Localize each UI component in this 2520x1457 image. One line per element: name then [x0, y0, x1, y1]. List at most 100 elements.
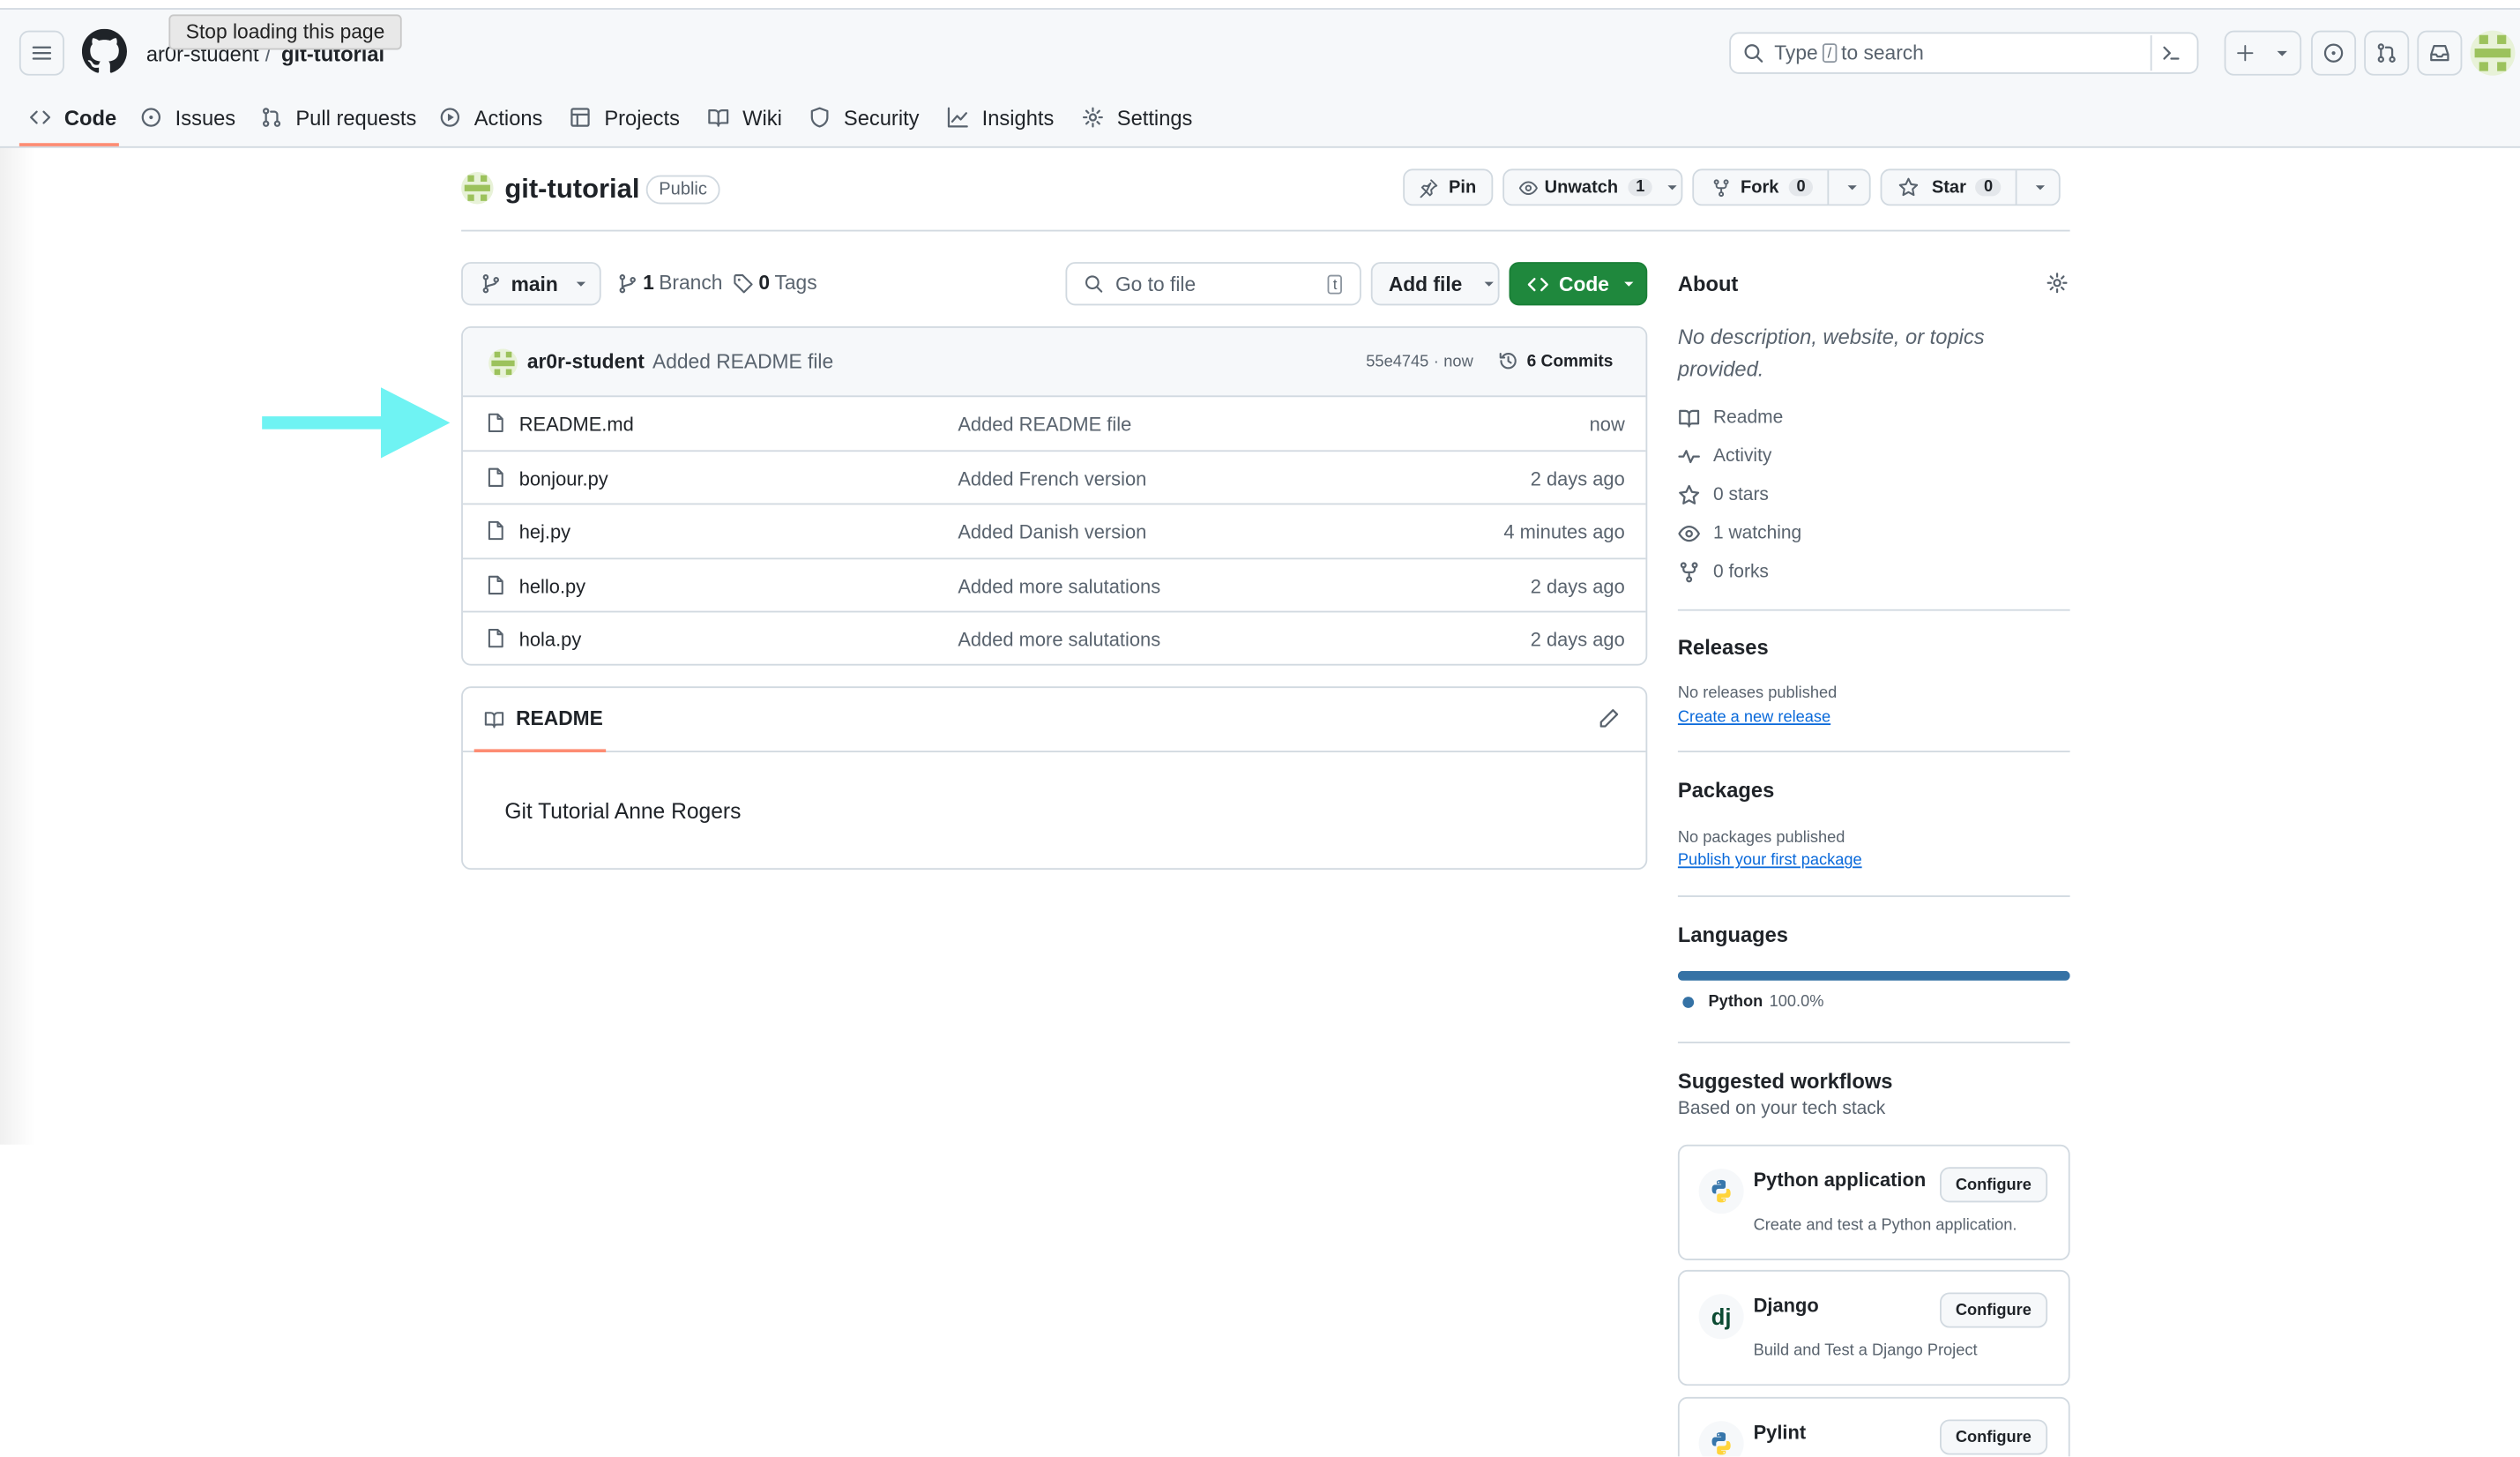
tags-link[interactable]: 0 Tags: [733, 272, 817, 295]
hamburger-icon: [32, 46, 52, 60]
tab-insights[interactable]: Insights: [947, 100, 1054, 135]
configure-button[interactable]: Configure: [1939, 1419, 2048, 1455]
file-name[interactable]: hello.py: [519, 575, 585, 598]
file-icon: [488, 467, 503, 487]
readme-tab[interactable]: README: [484, 707, 603, 730]
language-bar: [1677, 970, 2070, 981]
star-icon: [1898, 177, 1919, 197]
file-commit-message[interactable]: Added more salutations: [958, 629, 1160, 652]
about-watching-link[interactable]: 1 watching: [1678, 522, 1801, 545]
commit-meta-separator: ·: [1433, 353, 1439, 372]
file-row[interactable]: README.md Added README file now: [462, 397, 1646, 452]
unwatch-button[interactable]: Unwatch 1: [1502, 168, 1683, 206]
inbox-button[interactable]: [2417, 30, 2463, 76]
packages-heading[interactable]: Packages: [1678, 778, 1774, 802]
file-row[interactable]: hej.py Added Danish version 4 minutes ag…: [462, 504, 1646, 559]
repo-owner-avatar[interactable]: [461, 172, 494, 205]
create-release-link[interactable]: Create a new release: [1678, 709, 1830, 727]
workflows-subtitle: Based on your tech stack: [1677, 1099, 1886, 1119]
about-activity-link[interactable]: Activity: [1678, 445, 1771, 468]
file-name[interactable]: README.md: [519, 413, 634, 436]
tab-label: Wiki: [742, 105, 782, 130]
file-commit-message[interactable]: Added more salutations: [958, 575, 1160, 598]
add-file-button[interactable]: Add file: [1370, 262, 1500, 306]
workflow-card: dj Django Build and Test a Django Projec…: [1677, 1269, 2070, 1386]
about-forks-link[interactable]: 0 forks: [1678, 561, 1769, 584]
issues-button[interactable]: [2311, 30, 2357, 76]
commit-meta: 55e4745 · now: [1366, 354, 1472, 371]
file-row[interactable]: bonjour.py Added French version 2 days a…: [462, 451, 1646, 505]
configure-button[interactable]: Configure: [1939, 1167, 2048, 1203]
code-download-button[interactable]: Code: [1509, 262, 1648, 306]
global-search-input[interactable]: Type / to search: [1729, 32, 2199, 74]
pencil-icon: [1599, 709, 1619, 728]
about-settings-button[interactable]: [2046, 272, 2069, 295]
annotation-arrow: [262, 387, 451, 459]
tab-wiki[interactable]: Wiki: [707, 100, 782, 135]
command-palette-icon[interactable]: [2160, 41, 2183, 64]
chevron-down-icon[interactable]: [2033, 180, 2047, 194]
languages-heading: Languages: [1677, 923, 1788, 947]
pin-button[interactable]: Pin: [1403, 168, 1494, 206]
branch-selector[interactable]: main: [461, 262, 601, 306]
language-name: Python: [1708, 993, 1763, 1012]
tab-settings[interactable]: Settings: [1082, 100, 1192, 135]
menu-button[interactable]: [19, 30, 64, 76]
fork-button[interactable]: Fork 0: [1692, 168, 1871, 206]
configure-button[interactable]: Configure: [1939, 1292, 2048, 1328]
workflow-logo: [1698, 1169, 1744, 1214]
file-row[interactable]: hello.py Added more salutations 2 days a…: [462, 558, 1646, 613]
star-button[interactable]: Star 0: [1880, 168, 2061, 206]
file-name[interactable]: bonjour.py: [519, 467, 608, 489]
search-icon: [1744, 44, 1763, 63]
repo-name[interactable]: git-tutorial: [504, 174, 639, 205]
file-name[interactable]: hola.py: [519, 629, 582, 652]
create-new-button[interactable]: [2224, 30, 2302, 76]
packages-empty-text: No packages published: [1677, 829, 1845, 848]
releases-heading[interactable]: Releases: [1678, 635, 1769, 659]
commit-author-avatar[interactable]: [488, 348, 518, 378]
commits-history-link[interactable]: 6 Commits: [1498, 350, 1613, 371]
star-icon: [1679, 484, 1700, 504]
search-divider: [2150, 35, 2152, 71]
file-name[interactable]: hej.py: [519, 521, 570, 544]
about-stars-link[interactable]: 0 stars: [1678, 484, 1769, 507]
shield-icon: [810, 107, 829, 128]
user-avatar[interactable]: [2470, 30, 2516, 76]
publish-package-link[interactable]: Publish your first package: [1678, 852, 1862, 870]
releases-empty-text: No releases published: [1677, 684, 1838, 703]
file-row[interactable]: hola.py Added more salutations 2 days ag…: [463, 612, 1646, 663]
pulse-icon: [1678, 450, 1700, 464]
branch-icon: [482, 274, 500, 294]
branches-link[interactable]: 1 Branch: [617, 272, 723, 295]
readme-tab-label: README: [516, 706, 603, 730]
language-bar-python: [1677, 970, 2070, 981]
chevron-down-icon[interactable]: [1845, 180, 1860, 194]
pull-request-icon: [2377, 43, 2396, 63]
tab-security[interactable]: Security: [809, 100, 920, 135]
go-to-file-input[interactable]: Go to file t: [1065, 262, 1361, 306]
issue-icon: [2323, 43, 2344, 63]
tab-projects[interactable]: Projects: [569, 100, 680, 135]
commit-hash[interactable]: 55e4745: [1366, 354, 1428, 371]
tab-code[interactable]: Code: [29, 100, 116, 135]
about-readme-link[interactable]: Readme: [1678, 407, 1783, 430]
commit-message[interactable]: Added README file: [652, 350, 833, 373]
file-commit-message[interactable]: Added Danish version: [958, 521, 1146, 544]
pull-requests-button[interactable]: [2364, 30, 2410, 76]
pull-request-icon: [262, 108, 281, 127]
commit-author[interactable]: ar0r-student: [527, 350, 645, 373]
tab-actions[interactable]: Actions: [439, 100, 542, 135]
file-commit-message[interactable]: Added README file: [958, 413, 1131, 436]
tab-pull-requests[interactable]: Pull requests: [260, 100, 416, 135]
add-file-label: Add file: [1388, 272, 1463, 295]
edit-readme-button[interactable]: [1598, 707, 1621, 730]
fork-count: 0: [1788, 178, 1814, 197]
file-commit-message[interactable]: Added French version: [958, 467, 1146, 489]
github-logo[interactable]: [81, 28, 127, 74]
workflow-card: Pylint Configure: [1677, 1396, 2070, 1457]
language-python[interactable]: Python 100.0%: [1682, 993, 1823, 1011]
tab-issues[interactable]: Issues: [140, 100, 235, 135]
chevron-down-icon: [2277, 50, 2287, 56]
branches-label: Branch: [659, 272, 723, 295]
